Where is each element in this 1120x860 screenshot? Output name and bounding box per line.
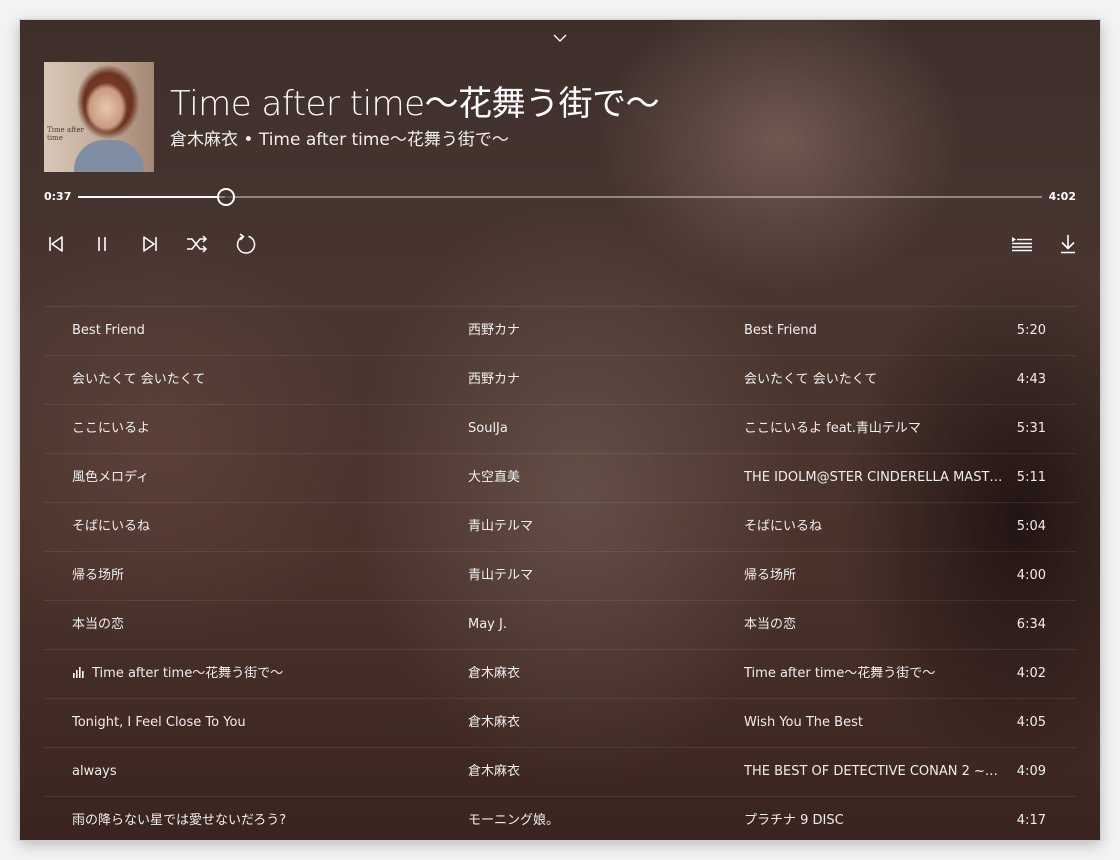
track-title-text: 会いたくて 会いたくて [72,372,206,387]
playlist-row[interactable]: always 倉木麻衣 THE BEST OF DETECTIVE CONAN 2 … [44,747,1076,796]
playlist-row[interactable]: 本当の恋 May J. 本当の恋 6:34 [44,600,1076,649]
progress-thumb[interactable] [217,188,236,206]
track-title-text: そばにいるね [72,519,151,534]
download-button[interactable] [1056,232,1080,256]
playlist-row[interactable]: 帰る场所 青山テルマ 帰る场所 4:00 [44,551,1076,600]
track-artist: 倉木麻衣 [468,715,521,730]
track-title-text: Best Friend [72,323,145,338]
song-title: Time after time〜花舞う街で〜 [170,84,660,124]
track-title-text: 雨の降らない星では愛せないだろう? [72,813,287,828]
track-duration: 4:43 [1016,372,1046,387]
track-album: THE BEST OF DETECTIVE CONAN 2 ~名探... [744,764,1004,779]
track-duration: 5:20 [1016,323,1046,338]
track-title-text: 帰る场所 [72,568,125,583]
playlist-row[interactable]: ここにいるよ SoulJa ここにいるよ feat.青山テルマ 5:31 [44,404,1076,453]
track-artist: モーニング娘。 [468,813,560,828]
track-duration: 4:00 [1016,568,1046,583]
cover-artwork [74,140,144,172]
track-title-text: Time after time〜花舞う街で〜 [92,666,284,681]
playlist-row[interactable]: 風色メロディ 大空直美 THE IDOLM@STER CINDERELLA MAST… [44,453,1076,502]
track-title-text: ここにいるよ [72,421,151,436]
track-album: 会いたくて 会いたくて [744,372,878,387]
track-title-text: 風色メロディ [72,470,150,485]
track-title-text: Tonight, I Feel Close To You [72,715,246,730]
playlist-row[interactable]: そばにいるね 青山テルマ そばにいるね 5:04 [44,502,1076,551]
track-title: 本当の恋 [72,617,452,633]
shuffle-button[interactable] [185,232,209,256]
track-duration: 4:17 [1016,813,1046,828]
track-duration: 4:05 [1016,715,1046,730]
track-album: Time after time〜花舞う街で〜 [744,666,936,681]
track-title: 雨の降らない星では愛せないだろう? [72,813,452,829]
now-playing-window: Time after time Time after time〜花舞う街で〜 倉… [20,20,1100,840]
track-artist: 西野カナ [468,323,521,338]
track-artist: SoulJa [468,421,508,436]
collapse-button[interactable] [552,30,568,46]
track-artist: 青山テルマ [468,519,534,534]
pause-icon [98,237,106,251]
track-duration: 5:31 [1016,421,1046,436]
track-title: ここにいるよ [72,421,452,437]
playlist-row[interactable]: 雨の降らない星では愛せないだろう? モーニング娘。 プラチナ 9 DISC 4:17 [44,796,1076,840]
track-title: Time after time〜花舞う街で〜 [72,666,452,682]
equalizer-icon [73,667,84,678]
queue-list-icon [1012,237,1032,252]
playback-controls [44,232,1076,256]
previous-button[interactable] [44,232,68,256]
repeat-icon [236,233,256,254]
shuffle-icon [187,235,208,253]
track-album: Best Friend [744,323,817,338]
download-icon [1061,235,1075,254]
track-title: 会いたくて 会いたくて [72,372,452,388]
total-time: 4:02 [1048,190,1076,203]
track-album: ここにいるよ feat.青山テルマ [744,421,921,436]
skip-previous-icon [49,236,63,252]
track-album: THE IDOLM@STER CINDERELLA MASTER... [744,470,1004,485]
track-album: 帰る场所 [744,568,797,583]
playlist-row[interactable]: Tonight, I Feel Close To You 倉木麻衣 Wish You… [44,698,1076,747]
cover-text: Time after time [47,126,84,142]
current-time: 0:37 [44,190,72,203]
pause-button[interactable] [90,232,114,256]
queue-button[interactable] [1010,232,1034,256]
now-playing-header: Time after time Time after time〜花舞う街で〜 倉… [44,62,660,172]
track-duration: 4:09 [1016,764,1046,779]
track-artist: 西野カナ [468,372,521,387]
track-duration: 5:04 [1016,519,1046,534]
next-button[interactable] [138,232,162,256]
track-duration: 5:11 [1016,470,1046,485]
playlist-row[interactable]: 会いたくて 会いたくて 西野カナ 会いたくて 会いたくて 4:43 [44,355,1076,404]
track-album: プラチナ 9 DISC [744,813,844,828]
skip-next-icon [143,236,157,252]
song-artist-album[interactable]: 倉木麻衣 • Time after time〜花舞う街で〜 [170,128,659,152]
playlist: Best Friend 西野カナ Best Friend 5:20 会いたくて 会いたく… [44,306,1076,840]
track-title: そばにいるね [72,519,452,535]
chevron-down-icon [553,34,567,42]
track-album: そばにいるね [744,519,823,534]
track-title-text: always [72,764,117,779]
progress-track[interactable] [78,188,1042,206]
track-title-text: 本当の恋 [72,617,125,632]
repeat-button[interactable] [234,232,258,256]
track-duration: 4:02 [1016,666,1046,681]
track-artist: May J. [468,617,507,632]
track-title: 風色メロディ [72,470,452,486]
track-title: Tonight, I Feel Close To You [72,715,452,731]
track-artist: 青山テルマ [468,568,534,583]
progress-bar[interactable]: 0:37 4:02 [44,188,1076,206]
track-album: 本当の恋 [744,617,797,632]
progress-fill [78,196,226,198]
playlist-row[interactable]: Best Friend 西野カナ Best Friend 5:20 [44,306,1076,355]
playlist-row[interactable]: Time after time〜花舞う街で〜 倉木麻衣 Time after tim… [44,649,1076,698]
track-artist: 倉木麻衣 [468,764,521,779]
track-title: Best Friend [72,323,452,339]
track-artist: 大空直美 [468,470,521,485]
track-artist: 倉木麻衣 [468,666,521,681]
album-cover[interactable]: Time after time [44,62,154,172]
track-title: 帰る场所 [72,568,452,584]
track-album: Wish You The Best [744,715,863,730]
track-duration: 6:34 [1016,617,1046,632]
track-title: always [72,764,452,780]
